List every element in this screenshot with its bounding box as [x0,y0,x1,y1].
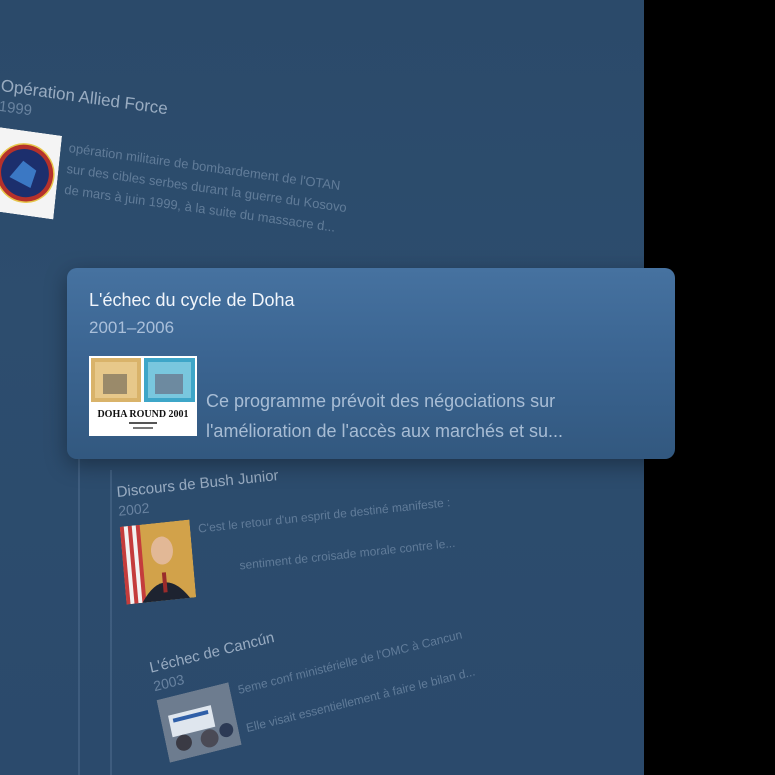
card-year: 2001–2006 [89,318,175,337]
timeline-card-cancun[interactable]: L'échec de Cancún 2003 5eme conf ministé… [148,583,478,763]
doha-round-stamps-image: DOHA ROUND 2001 [89,356,197,436]
timeline-line [110,470,112,775]
timeline-card-allied-force[interactable]: Opération Allied Force 1999 opération mi… [0,76,355,260]
protest-photo-image [156,682,242,763]
timeline-card-doha-focused[interactable]: L'échec du cycle de Doha 2001–2006 DOHA … [67,268,675,459]
timeline-line [78,440,80,775]
president-portrait-image [119,519,197,605]
timeline-card-bush-speech[interactable]: Discours de Bush Junior 2002 C'est le re… [116,449,458,605]
card-description-line: sentiment de croisade morale contre le..… [238,535,456,573]
nato-emblem-image [0,126,63,220]
doha-image-caption: DOHA ROUND 2001 [97,409,188,420]
card-description-line: l'amélioration de l'accès aux marchés et… [206,421,564,441]
card-title: L'échec du cycle de Doha [89,290,295,310]
card-description-line: Ce programme prévoit des négociations su… [206,391,556,411]
